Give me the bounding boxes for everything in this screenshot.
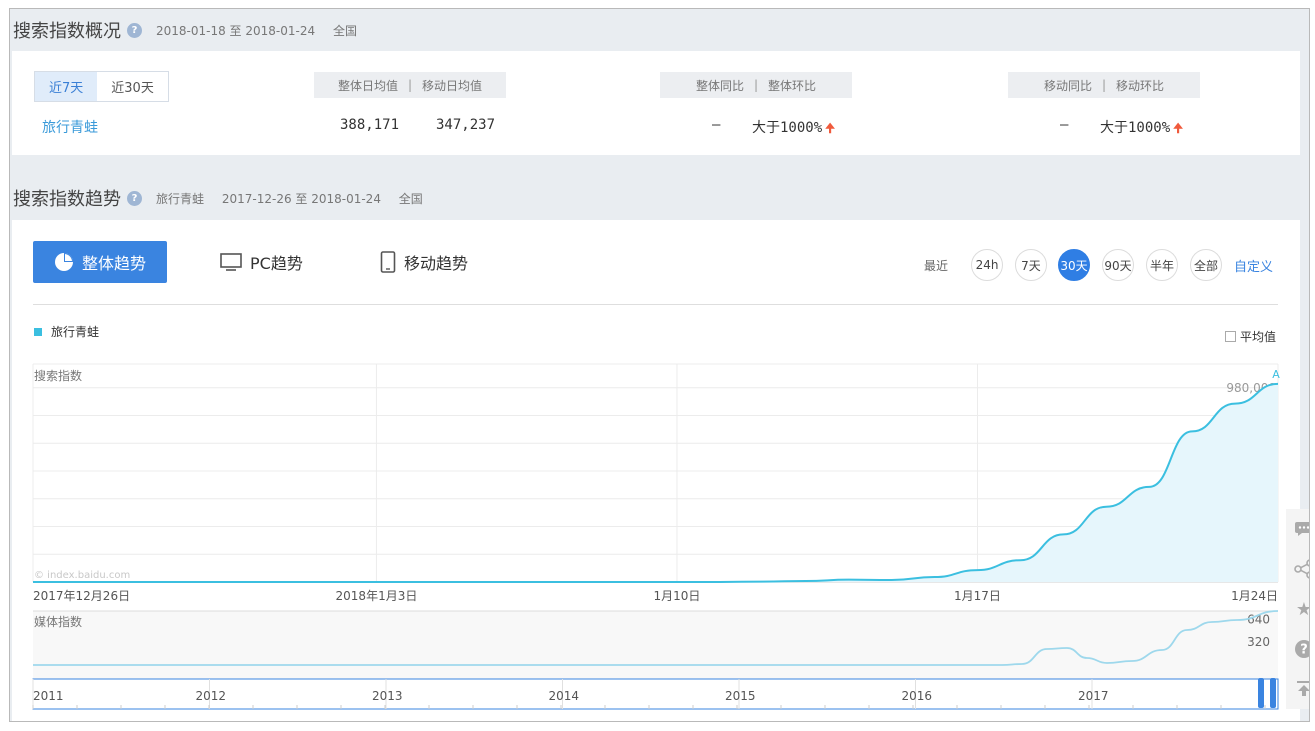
mobile-yoy-value: – xyxy=(1060,117,1069,133)
separator: | xyxy=(1101,78,1107,92)
up-arrow-icon: 🠉 xyxy=(1173,121,1184,135)
mobile-avg-header: 移动日均值 xyxy=(422,78,483,93)
media-index-axis-label: 媒体指数 xyxy=(34,614,82,629)
search-index-axis-label: 搜索指数 xyxy=(34,368,82,383)
trend-date-range: 2017-12-26 至 2018-01-24 xyxy=(221,191,381,206)
year-label: 2011 xyxy=(33,689,64,703)
overall-avg-value: 388,171 xyxy=(340,117,400,133)
overview-header: 搜索指数概况 ? 2018-01-18 至 2018-01-24 全国 xyxy=(10,9,1309,51)
x-tick-label: 1月17日 xyxy=(954,589,1001,603)
year-label: 2016 xyxy=(902,689,933,703)
trend-region: 全国 xyxy=(398,191,423,206)
svg-text:?: ? xyxy=(1300,643,1308,658)
up-arrow-icon: 🠉 xyxy=(825,121,836,135)
media-index-panel xyxy=(33,611,1278,681)
year-label: 2013 xyxy=(372,689,403,703)
mobile-mom-header: 移动环比 xyxy=(1116,78,1165,93)
overview-date-range: 2018-01-18 至 2018-01-24 xyxy=(156,23,316,38)
year-label: 2015 xyxy=(725,689,756,703)
x-tick-label: 2018年1月3日 xyxy=(336,589,418,603)
trend-keyword: 旅行青蛙 xyxy=(156,191,205,206)
x-tick-label: 1月24日 xyxy=(1231,589,1278,603)
year-label: 2014 xyxy=(549,689,580,703)
trend-panel: 整体趋势 PC趋势 移动趋势 最近 24h 7天 30天 90天 半年 全部 自… xyxy=(12,220,1300,722)
overall-yoy-header: 整体同比 xyxy=(695,78,744,93)
overall-compare-header: 整体同比 | 整体环比 xyxy=(660,72,852,98)
side-toolbar: ★ ? xyxy=(1286,509,1309,709)
trend-chart[interactable]: 搜索指数 © index.baidu.com 140,000280,000420… xyxy=(12,220,1300,722)
question-icon[interactable]: ? xyxy=(1286,629,1309,669)
mobile-avg-value: 347,237 xyxy=(436,117,496,133)
overall-mom-value: 大于1000% 🠉 xyxy=(752,117,835,140)
trend-header: 搜索指数趋势 ? 旅行青蛙 2017-12-26 至 2018-01-24 全国 xyxy=(10,177,1309,219)
main-x-ticks: 2017年12月26日 2018年1月3日 1月10日 1月17日 1月24日 xyxy=(33,589,1278,603)
mobile-mom-value: 大于1000% 🠉 xyxy=(1100,117,1183,140)
navigator-handle-right xyxy=(1270,678,1276,708)
tab-7-days[interactable]: 近7天 xyxy=(35,72,98,101)
star-icon[interactable]: ★ xyxy=(1286,589,1309,629)
year-label: 2012 xyxy=(196,689,227,703)
help-icon[interactable]: ? xyxy=(127,190,142,206)
separator: | xyxy=(753,78,759,92)
overall-yoy-value: – xyxy=(712,117,721,133)
share-icon[interactable] xyxy=(1286,549,1309,589)
mobile-yoy-header: 移动同比 xyxy=(1043,78,1092,93)
trend-title: 搜索指数趋势 xyxy=(13,189,121,210)
media-y-tick-label: 320 xyxy=(1247,635,1270,649)
year-label: 2017 xyxy=(1078,689,1109,703)
watermark: © index.baidu.com xyxy=(34,570,130,581)
avg-column-header: 整体日均值 | 移动日均值 xyxy=(314,72,506,98)
point-marker-label: A xyxy=(1272,368,1280,381)
x-tick-label: 1月10日 xyxy=(654,589,701,603)
mobile-mom-text: 大于1000% xyxy=(1100,120,1171,136)
keyword-link[interactable]: 旅行青蛙 xyxy=(42,117,98,137)
back-to-top-icon[interactable] xyxy=(1286,669,1309,709)
overall-mom-text: 大于1000% xyxy=(752,120,823,136)
range-tabs: 近7天 近30天 xyxy=(34,71,169,102)
overall-mom-header: 整体环比 xyxy=(768,78,817,93)
mobile-compare-header: 移动同比 | 移动环比 xyxy=(1008,72,1200,98)
page-frame: 搜索指数概况 ? 2018-01-18 至 2018-01-24 全国 近7天 … xyxy=(9,8,1310,722)
overall-avg-header: 整体日均值 xyxy=(337,78,398,93)
help-icon[interactable]: ? xyxy=(127,22,142,38)
x-tick-label: 2017年12月26日 xyxy=(33,589,130,603)
separator: | xyxy=(407,78,413,92)
tab-30-days[interactable]: 近30天 xyxy=(97,72,168,101)
overview-region: 全国 xyxy=(332,23,357,38)
overview-title: 搜索指数概况 xyxy=(13,21,121,42)
comment-icon[interactable] xyxy=(1286,509,1309,549)
navigator-handle-left xyxy=(1258,678,1264,708)
overview-panel: 近7天 近30天 旅行青蛙 整体日均值 | 移动日均值 整体同比 | 整体环比 … xyxy=(12,51,1300,155)
